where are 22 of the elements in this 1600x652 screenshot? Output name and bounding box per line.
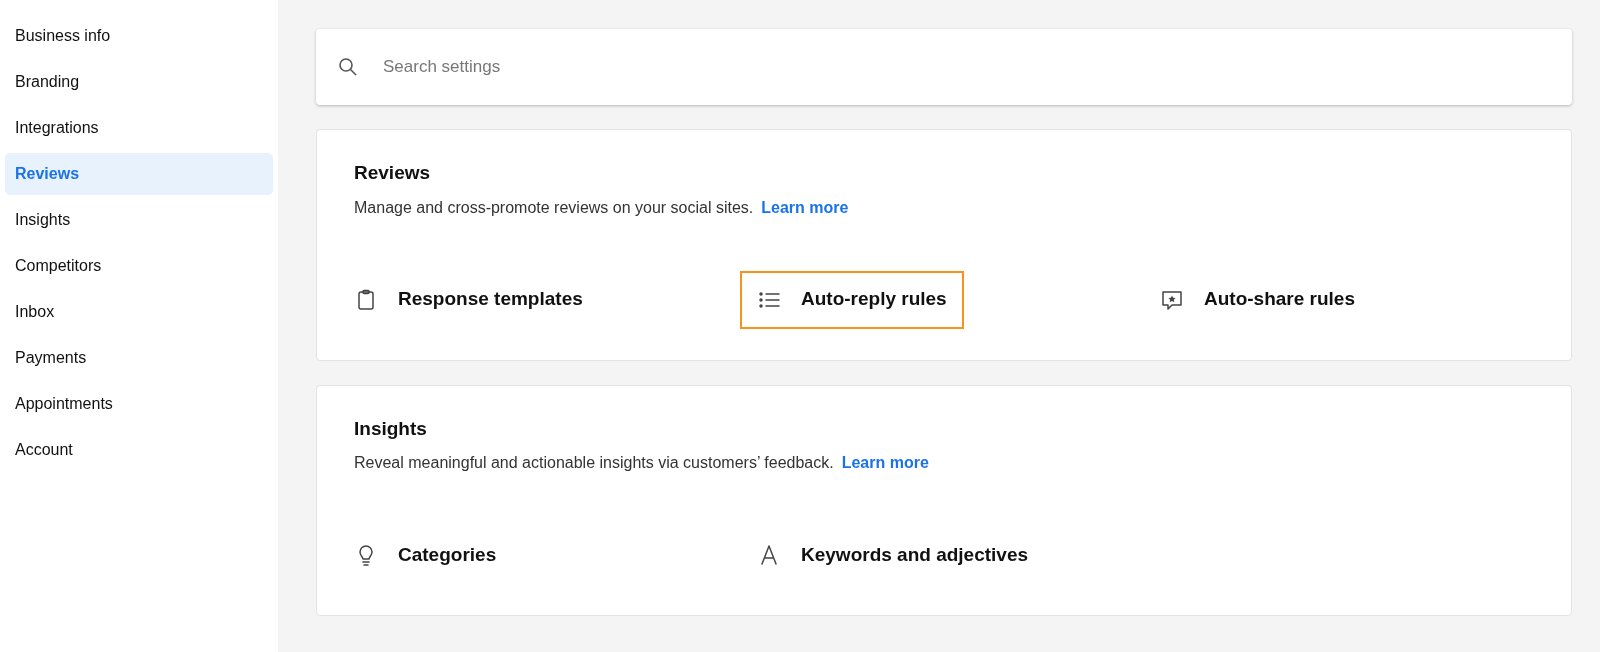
sidebar-item[interactable]: Integrations [5, 107, 273, 149]
sidebar-item[interactable]: Business info [5, 15, 273, 57]
section-title: Reviews [354, 161, 432, 185]
sidebar-item[interactable]: Appointments [5, 383, 273, 425]
section-title: Insights [354, 416, 428, 441]
learn-more-link[interactable]: Learn more [841, 451, 929, 475]
sidebar-item[interactable]: Payments [5, 337, 273, 379]
sidebar-item[interactable]: Account [5, 429, 273, 471]
sidebar-item[interactable]: Branding [5, 61, 273, 103]
sidebar-item[interactable]: Reviews [5, 153, 273, 195]
section-description: Manage and cross-promote reviews on your social sites. [354, 197, 754, 218]
settings-link[interactable]: Auto-reply rules [740, 270, 964, 329]
settings-link[interactable]: Keywords and adjectives [740, 526, 1046, 584]
sidebar-item[interactable]: Competitors [5, 245, 273, 287]
settings-link[interactable]: Auto-share rules [1143, 270, 1372, 329]
sidebar-item[interactable]: Insights [5, 199, 273, 241]
search-field[interactable]: Search settings [316, 29, 1572, 105]
settings-link[interactable]: Categories [337, 526, 514, 584]
section-description: Reveal meaningful and actionable insights via customers’ feedback. [354, 453, 834, 473]
settings-link[interactable]: Response templates [337, 270, 600, 329]
sidebar-item[interactable]: Inbox [5, 291, 273, 333]
learn-more-link[interactable]: Learn more [761, 195, 849, 220]
